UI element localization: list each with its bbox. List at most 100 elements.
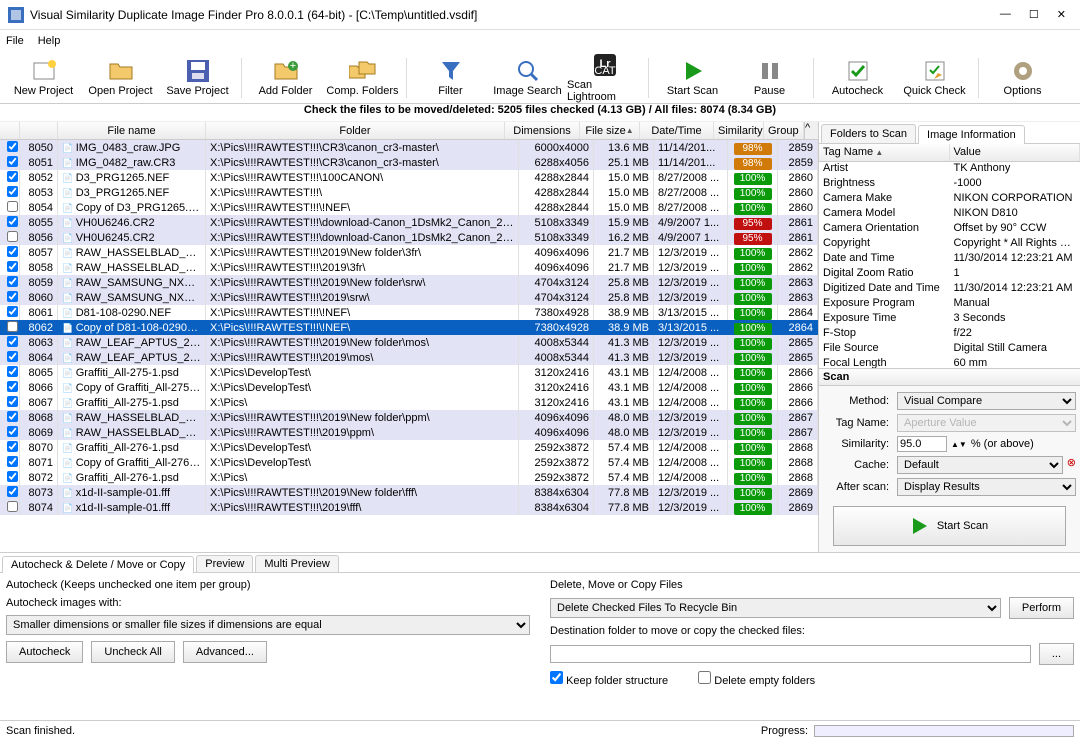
- tab-autocheck[interactable]: Autocheck & Delete / Move or Copy: [2, 556, 194, 573]
- property-row[interactable]: Exposure ProgramManual: [819, 297, 1080, 312]
- add-folder-button[interactable]: +Add Folder: [248, 59, 323, 97]
- table-row[interactable]: 8067Graffiti_All-275-1.psdX:\Pics\3120x2…: [0, 395, 818, 410]
- save-project-button[interactable]: Save Project: [160, 59, 235, 97]
- keep-folder-checkbox[interactable]: Keep folder structure: [550, 671, 668, 687]
- start-scan-button[interactable]: Start Scan: [655, 59, 730, 97]
- tagname-select[interactable]: Aperture Value: [897, 414, 1076, 432]
- tab-folders-to-scan[interactable]: Folders to Scan: [821, 124, 916, 143]
- table-row[interactable]: 8069RAW_HASSELBLAD_CFV.PPMX:\Pics\!!!RAW…: [0, 425, 818, 440]
- row-checkbox[interactable]: [7, 381, 18, 392]
- table-row[interactable]: 8057RAW_HASSELBLAD_CFV.3FRX:\Pics\!!!RAW…: [0, 245, 818, 260]
- quick-check-button[interactable]: Quick Check: [897, 59, 972, 97]
- uncheck-all-button[interactable]: Uncheck All: [91, 641, 174, 663]
- table-row[interactable]: 8072Graffiti_All-276-1.psdX:\Pics\2592x3…: [0, 470, 818, 485]
- property-row[interactable]: Camera MakeNIKON CORPORATION: [819, 192, 1080, 207]
- property-row[interactable]: File SourceDigital Still Camera: [819, 342, 1080, 357]
- cache-select[interactable]: Default: [897, 456, 1063, 474]
- row-checkbox[interactable]: [7, 291, 18, 302]
- scan-lightroom-button[interactable]: LrCATScan Lightroom: [567, 53, 642, 103]
- menu-help[interactable]: Help: [38, 35, 61, 47]
- col-tag-name[interactable]: Tag Name: [819, 144, 950, 161]
- delete-empty-checkbox[interactable]: Delete empty folders: [698, 671, 815, 687]
- row-checkbox[interactable]: [7, 171, 18, 182]
- property-row[interactable]: Date and Time11/30/2014 12:23:21 AM: [819, 252, 1080, 267]
- row-checkbox[interactable]: [7, 351, 18, 362]
- menu-file[interactable]: File: [6, 35, 24, 47]
- autocheck-criteria-select[interactable]: Smaller dimensions or smaller file sizes…: [6, 615, 530, 635]
- clear-cache-icon[interactable]: ⊗: [1067, 456, 1076, 474]
- property-row[interactable]: Camera OrientationOffset by 90° CCW: [819, 222, 1080, 237]
- col-folder[interactable]: Folder: [206, 122, 505, 139]
- row-checkbox[interactable]: [7, 396, 18, 407]
- open-project-button[interactable]: Open Project: [83, 59, 158, 97]
- options-button[interactable]: Options: [985, 59, 1060, 97]
- row-checkbox[interactable]: [7, 456, 18, 467]
- row-checkbox[interactable]: [7, 201, 18, 212]
- row-checkbox[interactable]: [7, 246, 18, 257]
- property-row[interactable]: Brightness-1000: [819, 177, 1080, 192]
- table-row[interactable]: 8066Copy of Graffiti_All-275-1.psdX:\Pic…: [0, 380, 818, 395]
- table-row[interactable]: 8054Copy of D3_PRG1265.NEFX:\Pics\!!!RAW…: [0, 200, 818, 215]
- row-checkbox[interactable]: [7, 366, 18, 377]
- table-row[interactable]: 8071Copy of Graffiti_All-276-1.psdX:\Pic…: [0, 455, 818, 470]
- table-row[interactable]: 8064RAW_LEAF_APTUS_22.MOSX:\Pics\!!!RAWT…: [0, 350, 818, 365]
- tab-image-information[interactable]: Image Information: [918, 125, 1025, 144]
- table-row[interactable]: 8056VH0U6245.CR2X:\Pics\!!!RAWTEST!!!\do…: [0, 230, 818, 245]
- row-checkbox[interactable]: [7, 261, 18, 272]
- property-row[interactable]: ArtistTK Anthony: [819, 162, 1080, 177]
- table-row[interactable]: 8062Copy of D81-108-0290.NEFX:\Pics\!!!R…: [0, 320, 818, 335]
- property-row[interactable]: F-Stopf/22: [819, 327, 1080, 342]
- col-group[interactable]: Group: [764, 122, 804, 139]
- row-checkbox[interactable]: [7, 486, 18, 497]
- table-row[interactable]: 8061D81-108-0290.NEFX:\Pics\!!!RAWTEST!!…: [0, 305, 818, 320]
- tab-multi-preview[interactable]: Multi Preview: [255, 555, 338, 572]
- row-checkbox[interactable]: [7, 156, 18, 167]
- table-row[interactable]: 8055VH0U6246.CR2X:\Pics\!!!RAWTEST!!!\do…: [0, 215, 818, 230]
- start-scan-big-button[interactable]: Start Scan: [833, 506, 1066, 546]
- browse-button[interactable]: ...: [1039, 643, 1074, 665]
- table-row[interactable]: 8053D3_PRG1265.NEFX:\Pics\!!!RAWTEST!!!\…: [0, 185, 818, 200]
- close-button[interactable]: ✕: [1057, 8, 1066, 21]
- perform-button[interactable]: Perform: [1009, 597, 1074, 619]
- similarity-input[interactable]: [897, 436, 947, 452]
- table-row[interactable]: 8050IMG_0483_craw.JPGX:\Pics\!!!RAWTEST!…: [0, 140, 818, 155]
- table-row[interactable]: 8068RAW_HASSELBLAD_CFV.PPMX:\Pics\!!!RAW…: [0, 410, 818, 425]
- row-checkbox[interactable]: [7, 336, 18, 347]
- table-row[interactable]: 8063RAW_LEAF_APTUS_22.MOSX:\Pics\!!!RAWT…: [0, 335, 818, 350]
- row-checkbox[interactable]: [7, 141, 18, 152]
- destination-input[interactable]: [550, 645, 1031, 663]
- new-project-button[interactable]: New Project: [6, 59, 81, 97]
- row-checkbox[interactable]: [7, 276, 18, 287]
- table-row[interactable]: 8058RAW_HASSELBLAD_CFV.3FRX:\Pics\!!!RAW…: [0, 260, 818, 275]
- method-select[interactable]: Visual Compare: [897, 392, 1076, 410]
- row-checkbox[interactable]: [7, 426, 18, 437]
- table-row[interactable]: 8051IMG_0482_raw.CR3X:\Pics\!!!RAWTEST!!…: [0, 155, 818, 170]
- action-select[interactable]: Delete Checked Files To Recycle Bin: [550, 598, 1001, 618]
- row-checkbox[interactable]: [7, 216, 18, 227]
- autocheck-button[interactable]: Autocheck: [820, 59, 895, 97]
- table-row[interactable]: 8060RAW_SAMSUNG_NX100.SRWX:\Pics\!!!RAWT…: [0, 290, 818, 305]
- property-row[interactable]: Focal Length60 mm: [819, 357, 1080, 368]
- table-row[interactable]: 8059RAW_SAMSUNG_NX100.SRWX:\Pics\!!!RAWT…: [0, 275, 818, 290]
- image-search-button[interactable]: Image Search: [490, 59, 565, 97]
- row-checkbox[interactable]: [7, 321, 18, 332]
- filter-button[interactable]: Filter: [413, 59, 488, 97]
- property-row[interactable]: Camera ModelNIKON D810: [819, 207, 1080, 222]
- advanced-button[interactable]: Advanced...: [183, 641, 267, 663]
- table-row[interactable]: 8074x1d-II-sample-01.fffX:\Pics\!!!RAWTE…: [0, 500, 818, 515]
- row-checkbox[interactable]: [7, 231, 18, 242]
- autocheck-run-button[interactable]: Autocheck: [6, 641, 83, 663]
- after-scan-select[interactable]: Display Results: [897, 478, 1076, 496]
- col-dimensions[interactable]: Dimensions: [505, 122, 580, 139]
- property-row[interactable]: CopyrightCopyright * All Rights R...: [819, 237, 1080, 252]
- property-row[interactable]: Exposure Time3 Seconds: [819, 312, 1080, 327]
- property-row[interactable]: Digital Zoom Ratio1: [819, 267, 1080, 282]
- maximize-button[interactable]: ☐: [1029, 8, 1039, 21]
- col-tag-value[interactable]: Value: [950, 144, 1080, 161]
- row-checkbox[interactable]: [7, 306, 18, 317]
- pause-button[interactable]: Pause: [732, 59, 807, 97]
- col-similarity[interactable]: Similarity: [714, 122, 764, 139]
- row-checkbox[interactable]: [7, 501, 18, 512]
- property-row[interactable]: Digitized Date and Time11/30/2014 12:23:…: [819, 282, 1080, 297]
- table-row[interactable]: 8070Graffiti_All-276-1.psdX:\Pics\Develo…: [0, 440, 818, 455]
